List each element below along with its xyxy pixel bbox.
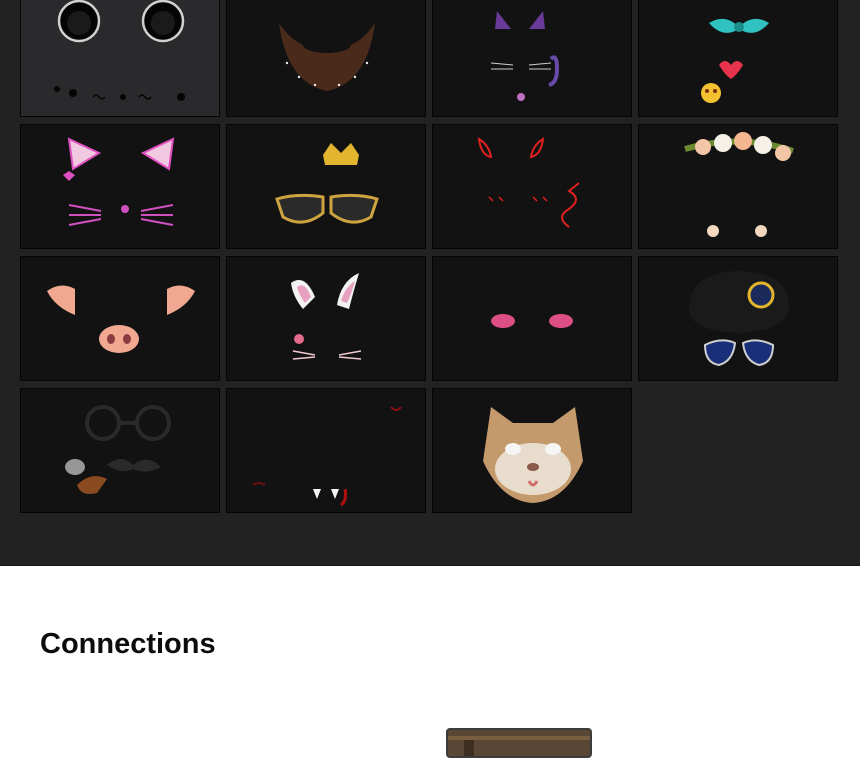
police-hat-aviators-icon — [689, 271, 789, 367]
pig-icon — [47, 285, 195, 353]
filter-tile-mouse-ears[interactable] — [20, 0, 220, 117]
pink-blush-icon — [491, 314, 573, 328]
pink-cat-ears-icon — [63, 137, 175, 226]
filter-tile-persian-cat-face[interactable] — [432, 388, 632, 513]
flower-crown-icon — [684, 132, 794, 237]
filter-tile-hearts-bow[interactable] — [638, 0, 838, 117]
purple-cat-icon — [490, 11, 560, 101]
filter-tile-flower-crown[interactable] — [638, 124, 838, 249]
mouse-ears-icon — [54, 0, 185, 101]
filter-tile-purple-cat[interactable] — [432, 0, 632, 117]
crown-sunglasses-icon — [275, 143, 379, 224]
beard-icon — [279, 23, 375, 91]
filter-tile-pig[interactable] — [20, 256, 220, 381]
hearts-bow-icon — [701, 18, 769, 103]
vampire-fangs-icon — [252, 406, 402, 507]
filter-tile-bunny-ears[interactable] — [226, 256, 426, 381]
thumbnail-object — [464, 740, 474, 756]
filter-tile-police-hat-aviators[interactable] — [638, 256, 838, 381]
filter-tile-beard[interactable] — [226, 0, 426, 117]
red-devil-icon — [477, 137, 580, 228]
bunny-ears-icon — [291, 273, 362, 360]
filter-tile-crown-sunglasses[interactable] — [226, 124, 426, 249]
filter-tile-glasses-pipe-mustache[interactable] — [20, 388, 220, 513]
filter-tile-pink-blush[interactable] — [432, 256, 632, 381]
filter-tile-vampire-fangs[interactable] — [226, 388, 426, 513]
glasses-pipe-mustache-icon — [65, 405, 171, 494]
connections-heading: Connections — [40, 628, 216, 660]
persian-cat-face-icon — [483, 407, 583, 503]
filter-panel — [0, 0, 860, 566]
connection-thumbnail[interactable] — [446, 728, 592, 758]
filter-tile-red-devil[interactable] — [432, 124, 632, 249]
filter-tile-pink-cat-ears[interactable] — [20, 124, 220, 249]
